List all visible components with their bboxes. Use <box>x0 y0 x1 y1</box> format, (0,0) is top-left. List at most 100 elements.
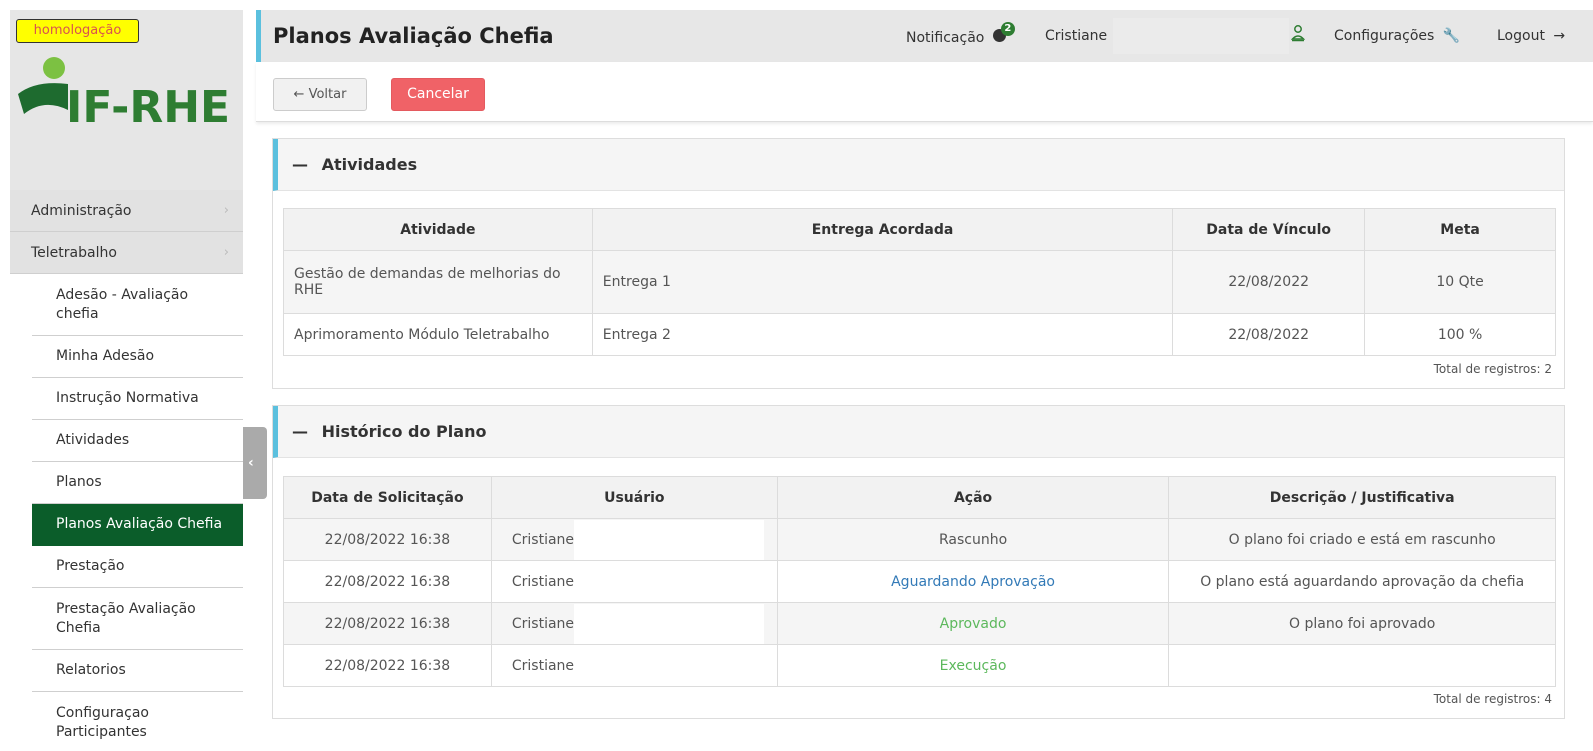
table-row: 22/08/2022 16:38 Cristiane Aprovado O pl… <box>283 602 1556 645</box>
historico-total: Total de registros: 4 <box>1433 692 1552 706</box>
wrench-icon: 🔧 <box>1442 28 1461 44</box>
atividades-panel: — Atividades Atividade Entrega Acordada … <box>272 138 1565 389</box>
notification-count-badge: 2 <box>1000 22 1015 36</box>
cell-meta: 10 Qte <box>1364 250 1556 314</box>
redacted-surname <box>573 645 764 686</box>
arrow-right-icon: → <box>1553 28 1566 44</box>
sidebar-item-atividades[interactable]: Atividades <box>32 420 243 462</box>
cell-descricao <box>1168 644 1556 687</box>
redacted-surname <box>573 519 764 560</box>
cell-descricao: O plano está aguardando aprovação da che… <box>1168 560 1556 603</box>
back-button[interactable]: ← Voltar <box>273 78 367 111</box>
notification-link[interactable]: Notificação 2 <box>906 22 1015 46</box>
table-row: 22/08/2022 16:38 Cristiane Aguardando Ap… <box>283 560 1556 603</box>
cancel-button[interactable]: Cancelar <box>391 78 485 111</box>
atividades-table: Atividade Entrega Acordada Data de Víncu… <box>283 208 1556 356</box>
table-row: 22/08/2022 16:38 Cristiane Rascunho O pl… <box>283 518 1556 561</box>
environment-badge: homologação <box>16 19 139 43</box>
submenu-teletrabalho: Adesão - Avaliação chefia Minha Adesão I… <box>10 274 243 751</box>
historico-panel-header[interactable]: — Histórico do Plano <box>273 406 1564 458</box>
sidebar-item-configuracao-participantes[interactable]: Configuraçao Participantes <box>32 692 243 751</box>
historico-table: Data de Solicitação Usuário Ação Descriç… <box>283 476 1556 687</box>
atividades-panel-header[interactable]: — Atividades <box>273 139 1564 191</box>
column-header: Data de Solicitação <box>283 476 492 519</box>
cell-entrega: Entrega 1 <box>591 250 1174 314</box>
usuario-name: Cristiane <box>511 615 575 632</box>
cell-usuario: Cristiane <box>490 644 778 687</box>
sidebar-item-label: Instrução Normativa <box>56 390 199 406</box>
sidebar-menu: Administração › Teletrabalho › Adesão - … <box>10 190 243 751</box>
cell-data-solicitacao: 22/08/2022 16:38 <box>283 560 492 603</box>
sidebar-item-adesao-avaliacao-chefia[interactable]: Adesão - Avaliação chefia <box>32 274 243 336</box>
collapse-minus-icon: — <box>292 155 308 174</box>
redacted-user-surname <box>1113 18 1289 54</box>
app-logo[interactable]: IF-RHE <box>16 54 241 144</box>
table-row: Aprimoramento Módulo Teletrabalho Entreg… <box>283 313 1556 356</box>
usuario-name: Cristiane <box>511 573 575 590</box>
cell-entrega: Entrega 2 <box>591 313 1174 356</box>
cell-usuario: Cristiane <box>490 602 778 645</box>
page-title: Planos Avaliação Chefia <box>273 24 554 48</box>
column-header: Descrição / Justificativa <box>1168 476 1556 519</box>
cell-descricao: O plano foi aprovado <box>1168 602 1556 645</box>
sidebar-item-label: Planos Avaliação Chefia <box>56 516 223 532</box>
column-header: Ação <box>776 476 1170 519</box>
sidebar-collapse-handle[interactable]: ‹ <box>243 427 267 499</box>
cell-acao: Rascunho <box>776 518 1170 561</box>
table-row: 22/08/2022 16:38 Cristiane Execução <box>283 644 1556 687</box>
cell-data: 22/08/2022 <box>1172 313 1366 356</box>
cell-usuario: Cristiane <box>490 560 778 603</box>
sidebar-item-planos-avaliacao-chefia[interactable]: Planos Avaliação Chefia <box>32 504 243 546</box>
menu-group-administracao[interactable]: Administração › <box>10 190 243 232</box>
sidebar-item-instrucao-normativa[interactable]: Instrução Normativa <box>32 378 243 420</box>
redacted-surname <box>573 603 764 644</box>
column-header: Meta <box>1364 208 1556 251</box>
column-header: Atividade <box>283 208 593 251</box>
usuario-name: Cristiane <box>511 657 575 674</box>
sidebar-item-label: Minha Adesão <box>56 348 155 364</box>
cell-meta: 100 % <box>1364 313 1556 356</box>
cell-atividade: Aprimoramento Módulo Teletrabalho <box>283 313 593 356</box>
cell-acao: Aprovado <box>776 602 1170 645</box>
historico-panel: — Histórico do Plano Data de Solicitação… <box>272 405 1565 719</box>
redacted-surname <box>573 561 764 602</box>
user-icon[interactable] <box>1291 24 1305 42</box>
cell-data: 22/08/2022 <box>1172 250 1366 314</box>
logout-label: Logout <box>1497 28 1545 44</box>
chevron-right-icon: › <box>223 245 229 260</box>
notification-label: Notificação <box>906 30 985 46</box>
column-header: Entrega Acordada <box>591 208 1174 251</box>
sidebar-item-label: Planos <box>56 474 102 490</box>
historico-title: Histórico do Plano <box>321 422 487 441</box>
sidebar-item-planos[interactable]: Planos <box>32 462 243 504</box>
cell-data-solicitacao: 22/08/2022 16:38 <box>283 602 492 645</box>
sidebar-item-minha-adesao[interactable]: Minha Adesão <box>32 336 243 378</box>
back-button-label: Voltar <box>308 87 347 102</box>
cell-data-solicitacao: 22/08/2022 16:38 <box>283 518 492 561</box>
top-header: Planos Avaliação Chefia Notificação 2 Cr… <box>256 10 1593 62</box>
toolbar: ← Voltar Cancelar <box>256 62 1593 122</box>
usuario-name: Cristiane <box>511 531 575 548</box>
sidebar-item-relatorios[interactable]: Relatorios <box>32 650 243 692</box>
cell-acao: Execução <box>776 644 1170 687</box>
cell-atividade: Gestão de demandas de melhorias do RHE <box>283 250 593 314</box>
config-label: Configurações <box>1334 28 1435 44</box>
sidebar-item-label: Atividades <box>56 432 130 448</box>
logo-text: IF-RHE <box>66 82 231 133</box>
menu-group-label: Teletrabalho <box>31 245 117 261</box>
configuracoes-link[interactable]: Configurações 🔧 <box>1334 28 1460 44</box>
chevron-left-icon: ‹ <box>248 455 254 471</box>
menu-group-teletrabalho[interactable]: Teletrabalho › <box>10 232 243 274</box>
sidebar: homologação IF-RHE Administração › Telet… <box>10 10 243 751</box>
atividades-total: Total de registros: 2 <box>1433 362 1552 376</box>
user-name: Cristiane <box>1045 28 1108 44</box>
sidebar-item-label: Relatorios <box>56 662 126 678</box>
sidebar-item-label: Configuraçao Participantes <box>56 704 149 740</box>
sidebar-item-prestacao-avaliacao-chefia[interactable]: Prestação Avaliação Chefia <box>32 588 243 650</box>
chevron-right-icon: › <box>223 203 229 218</box>
logout-link[interactable]: Logout → <box>1497 28 1565 44</box>
atividades-title: Atividades <box>321 155 418 174</box>
cell-descricao: O plano foi criado e está em rascunho <box>1168 518 1556 561</box>
column-header: Usuário <box>490 476 778 519</box>
sidebar-item-prestacao[interactable]: Prestação <box>32 546 243 588</box>
